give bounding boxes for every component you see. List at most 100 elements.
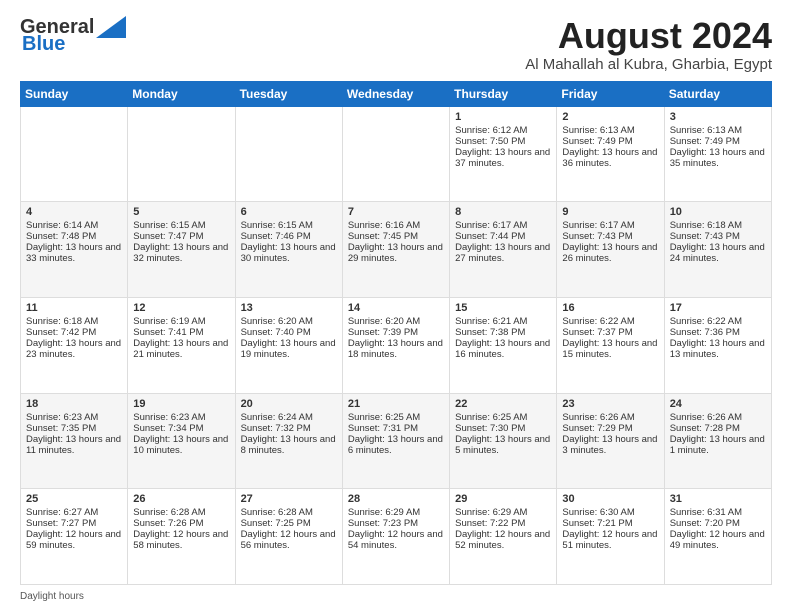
table-row: 4Sunrise: 6:14 AMSunset: 7:48 PMDaylight… bbox=[21, 202, 128, 298]
table-row: 18Sunrise: 6:23 AMSunset: 7:35 PMDayligh… bbox=[21, 393, 128, 489]
day-info: Sunset: 7:36 PM bbox=[670, 327, 766, 338]
table-row: 7Sunrise: 6:16 AMSunset: 7:45 PMDaylight… bbox=[342, 202, 449, 298]
day-info: Sunrise: 6:14 AM bbox=[26, 220, 122, 231]
calendar-week-row: 1 Sunrise: 6:12 AMSunset: 7:50 PMDaylight… bbox=[21, 106, 772, 202]
day-info: Sunset: 7:34 PM bbox=[133, 423, 229, 434]
day-info: Daylight: 12 hours and 58 minutes. bbox=[133, 529, 229, 551]
day-info: Daylight: 12 hours and 56 minutes. bbox=[241, 529, 337, 551]
day-number: 29 bbox=[455, 493, 551, 505]
day-info: Sunrise: 6:20 AM bbox=[348, 316, 444, 327]
day-number: 11 bbox=[26, 302, 122, 314]
day-info: Daylight: 12 hours and 52 minutes. bbox=[455, 529, 551, 551]
table-row: 20Sunrise: 6:24 AMSunset: 7:32 PMDayligh… bbox=[235, 393, 342, 489]
col-friday: Friday bbox=[557, 81, 664, 106]
day-info: Daylight: 13 hours and 11 minutes. bbox=[26, 434, 122, 456]
day-info: Daylight: 12 hours and 54 minutes. bbox=[348, 529, 444, 551]
calendar-header-row: Sunday Monday Tuesday Wednesday Thursday… bbox=[21, 81, 772, 106]
day-number: 7 bbox=[348, 206, 444, 218]
table-row: 13Sunrise: 6:20 AMSunset: 7:40 PMDayligh… bbox=[235, 297, 342, 393]
footer: Daylight hours bbox=[20, 591, 772, 602]
table-row: 25Sunrise: 6:27 AMSunset: 7:27 PMDayligh… bbox=[21, 489, 128, 585]
col-thursday: Thursday bbox=[450, 81, 557, 106]
day-number: 18 bbox=[26, 398, 122, 410]
day-number: 3 bbox=[670, 111, 766, 123]
day-info: Sunset: 7:45 PM bbox=[348, 231, 444, 242]
day-info: Sunrise: 6:30 AM bbox=[562, 507, 658, 518]
day-info: Sunset: 7:42 PM bbox=[26, 327, 122, 338]
day-info: Sunrise: 6:12 AM bbox=[455, 125, 551, 136]
table-row: 23Sunrise: 6:26 AMSunset: 7:29 PMDayligh… bbox=[557, 393, 664, 489]
table-row: 9Sunrise: 6:17 AMSunset: 7:43 PMDaylight… bbox=[557, 202, 664, 298]
table-row: 21Sunrise: 6:25 AMSunset: 7:31 PMDayligh… bbox=[342, 393, 449, 489]
day-info: Sunset: 7:46 PM bbox=[241, 231, 337, 242]
day-info: Sunrise: 6:28 AM bbox=[241, 507, 337, 518]
day-number: 6 bbox=[241, 206, 337, 218]
day-info: Daylight: 13 hours and 18 minutes. bbox=[348, 338, 444, 360]
table-row: 6Sunrise: 6:15 AMSunset: 7:46 PMDaylight… bbox=[235, 202, 342, 298]
day-info: Sunrise: 6:23 AM bbox=[26, 412, 122, 423]
table-row: 24Sunrise: 6:26 AMSunset: 7:28 PMDayligh… bbox=[664, 393, 771, 489]
day-info: Sunrise: 6:18 AM bbox=[26, 316, 122, 327]
col-tuesday: Tuesday bbox=[235, 81, 342, 106]
calendar-week-row: 11Sunrise: 6:18 AMSunset: 7:42 PMDayligh… bbox=[21, 297, 772, 393]
day-info: Sunset: 7:26 PM bbox=[133, 518, 229, 529]
day-info: Sunrise: 6:19 AM bbox=[133, 316, 229, 327]
table-row bbox=[342, 106, 449, 202]
table-row: 12Sunrise: 6:19 AMSunset: 7:41 PMDayligh… bbox=[128, 297, 235, 393]
day-info: Sunrise: 6:13 AM bbox=[670, 125, 766, 136]
day-info: Daylight: 13 hours and 26 minutes. bbox=[562, 242, 658, 264]
day-info: Daylight: 13 hours and 23 minutes. bbox=[26, 338, 122, 360]
day-number: 13 bbox=[241, 302, 337, 314]
day-number: 8 bbox=[455, 206, 551, 218]
daylight-label: Daylight hours bbox=[20, 591, 84, 602]
day-number: 9 bbox=[562, 206, 658, 218]
day-number: 1 bbox=[455, 111, 551, 123]
day-number: 12 bbox=[133, 302, 229, 314]
day-number: 22 bbox=[455, 398, 551, 410]
day-number: 20 bbox=[241, 398, 337, 410]
table-row: 3Sunrise: 6:13 AMSunset: 7:49 PMDaylight… bbox=[664, 106, 771, 202]
day-number: 17 bbox=[670, 302, 766, 314]
table-row: 10Sunrise: 6:18 AMSunset: 7:43 PMDayligh… bbox=[664, 202, 771, 298]
day-info: Sunset: 7:31 PM bbox=[348, 423, 444, 434]
table-row: 27Sunrise: 6:28 AMSunset: 7:25 PMDayligh… bbox=[235, 489, 342, 585]
col-sunday: Sunday bbox=[21, 81, 128, 106]
logo-icon bbox=[96, 16, 126, 38]
day-info: Sunrise: 6:25 AM bbox=[455, 412, 551, 423]
table-row: 15Sunrise: 6:21 AMSunset: 7:38 PMDayligh… bbox=[450, 297, 557, 393]
day-info: Sunrise: 6:13 AM bbox=[562, 125, 658, 136]
day-info: Sunset: 7:38 PM bbox=[455, 327, 551, 338]
day-info: Daylight: 13 hours and 27 minutes. bbox=[455, 242, 551, 264]
day-info: Sunset: 7:29 PM bbox=[562, 423, 658, 434]
day-info: Sunset: 7:22 PM bbox=[455, 518, 551, 529]
table-row: 31Sunrise: 6:31 AMSunset: 7:20 PMDayligh… bbox=[664, 489, 771, 585]
table-row bbox=[21, 106, 128, 202]
day-info: Sunset: 7:49 PM bbox=[670, 136, 766, 147]
day-number: 31 bbox=[670, 493, 766, 505]
day-info: Daylight: 13 hours and 1 minute. bbox=[670, 434, 766, 456]
day-info: Sunrise: 6:24 AM bbox=[241, 412, 337, 423]
day-info: Sunrise: 6:31 AM bbox=[670, 507, 766, 518]
table-row: 1 Sunrise: 6:12 AMSunset: 7:50 PMDaylight… bbox=[450, 106, 557, 202]
col-saturday: Saturday bbox=[664, 81, 771, 106]
day-info: Sunset: 7:43 PM bbox=[670, 231, 766, 242]
day-info: Sunrise: 6:27 AM bbox=[26, 507, 122, 518]
day-info: Sunset: 7:21 PM bbox=[562, 518, 658, 529]
title-block: August 2024 Al Mahallah al Kubra, Gharbi… bbox=[525, 16, 772, 73]
page-subtitle: Al Mahallah al Kubra, Gharbia, Egypt bbox=[525, 56, 772, 73]
day-info: Sunrise: 6:18 AM bbox=[670, 220, 766, 231]
table-row bbox=[128, 106, 235, 202]
day-info: Sunrise: 6:15 AM bbox=[241, 220, 337, 231]
day-info: Daylight: 13 hours and 37 minutes. bbox=[455, 147, 551, 169]
table-row: 30Sunrise: 6:30 AMSunset: 7:21 PMDayligh… bbox=[557, 489, 664, 585]
day-info: Sunrise: 6:21 AM bbox=[455, 316, 551, 327]
day-number: 24 bbox=[670, 398, 766, 410]
day-info: Daylight: 12 hours and 49 minutes. bbox=[670, 529, 766, 551]
calendar-week-row: 4Sunrise: 6:14 AMSunset: 7:48 PMDaylight… bbox=[21, 202, 772, 298]
day-info: Sunset: 7:39 PM bbox=[348, 327, 444, 338]
table-row: 11 Sunrise: 6:18 AMSunset: 7:42 PMDayligh… bbox=[21, 297, 128, 393]
day-info: Daylight: 13 hours and 32 minutes. bbox=[133, 242, 229, 264]
table-row: 19Sunrise: 6:23 AMSunset: 7:34 PMDayligh… bbox=[128, 393, 235, 489]
day-info: Sunset: 7:50 PM bbox=[455, 136, 551, 147]
day-info: Daylight: 12 hours and 51 minutes. bbox=[562, 529, 658, 551]
